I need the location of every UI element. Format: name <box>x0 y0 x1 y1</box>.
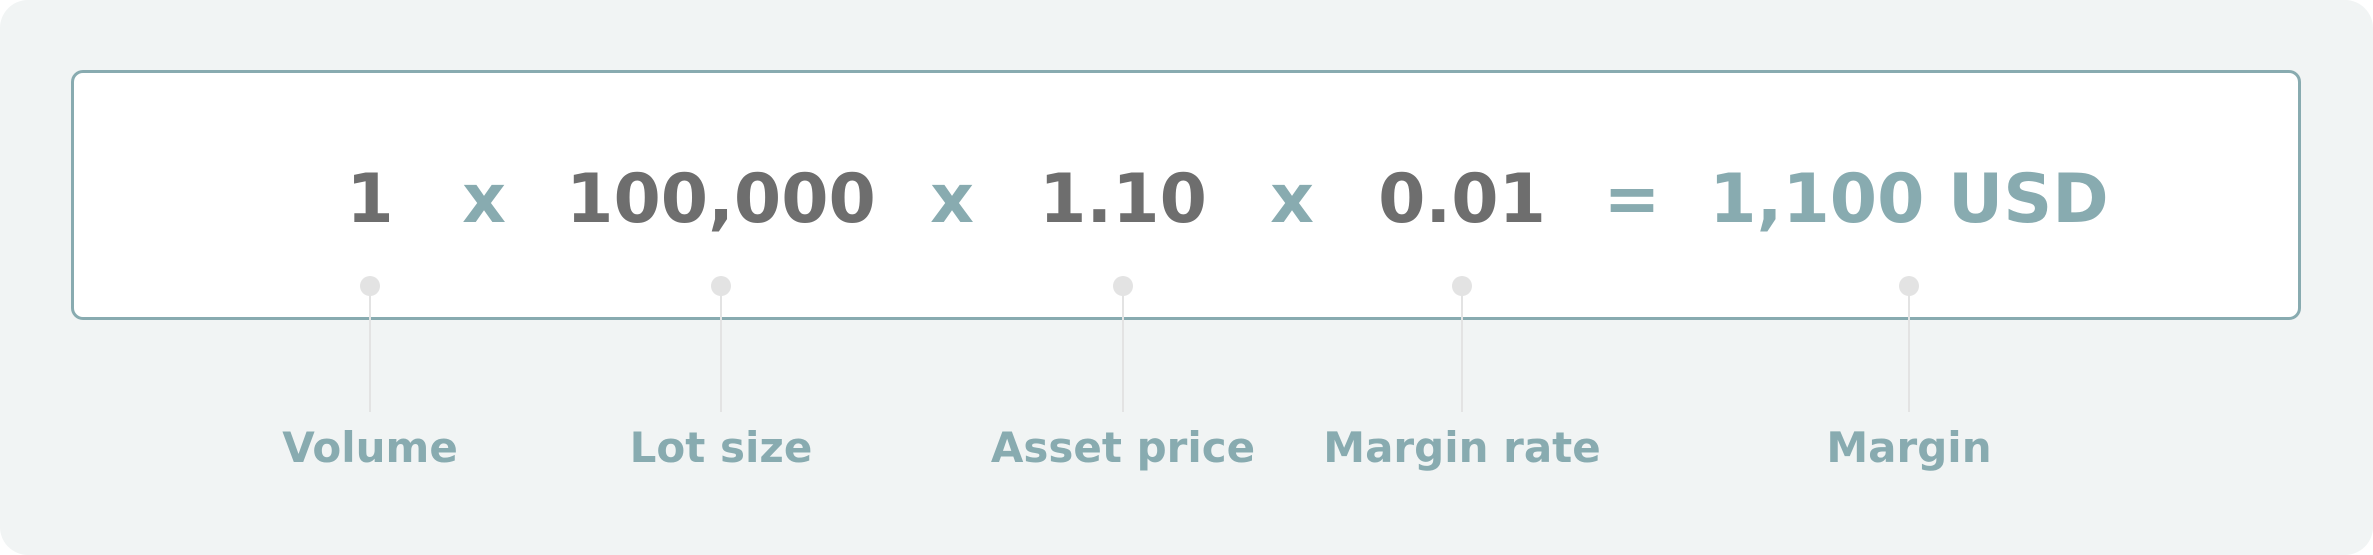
multiply-operator: x <box>462 160 506 239</box>
margin-connector-dot <box>1899 276 1919 296</box>
volume-value: 1 <box>346 160 394 239</box>
lot-size-label: Lot size <box>629 423 813 472</box>
margin-label: Margin <box>1826 423 1992 472</box>
asset-price-connector-line <box>1122 294 1124 412</box>
margin-rate-connector-line <box>1461 294 1463 412</box>
asset-price-connector-dot <box>1113 276 1133 296</box>
multiply-operator: x <box>930 160 974 239</box>
multiply-operator: x <box>1270 160 1314 239</box>
equals-operator: = <box>1603 160 1661 239</box>
lot-size-connector-dot <box>711 276 731 296</box>
margin-result-value: 1,100 USD <box>1709 160 2109 239</box>
volume-label: Volume <box>282 423 458 472</box>
margin-rate-value: 0.01 <box>1378 160 1546 239</box>
lot-size-connector-line <box>720 294 722 412</box>
margin-rate-connector-dot <box>1452 276 1472 296</box>
volume-connector-dot <box>360 276 380 296</box>
volume-connector-line <box>369 294 371 412</box>
lot-size-value: 100,000 <box>566 160 876 239</box>
diagram-canvas: 1 x 100,000 x 1.10 x 0.01 = 1,100 USD Vo… <box>0 0 2373 555</box>
asset-price-label: Asset price <box>990 423 1256 472</box>
margin-connector-line <box>1908 294 1910 412</box>
asset-price-value: 1.10 <box>1039 160 1207 239</box>
margin-rate-label: Margin rate <box>1323 423 1601 472</box>
